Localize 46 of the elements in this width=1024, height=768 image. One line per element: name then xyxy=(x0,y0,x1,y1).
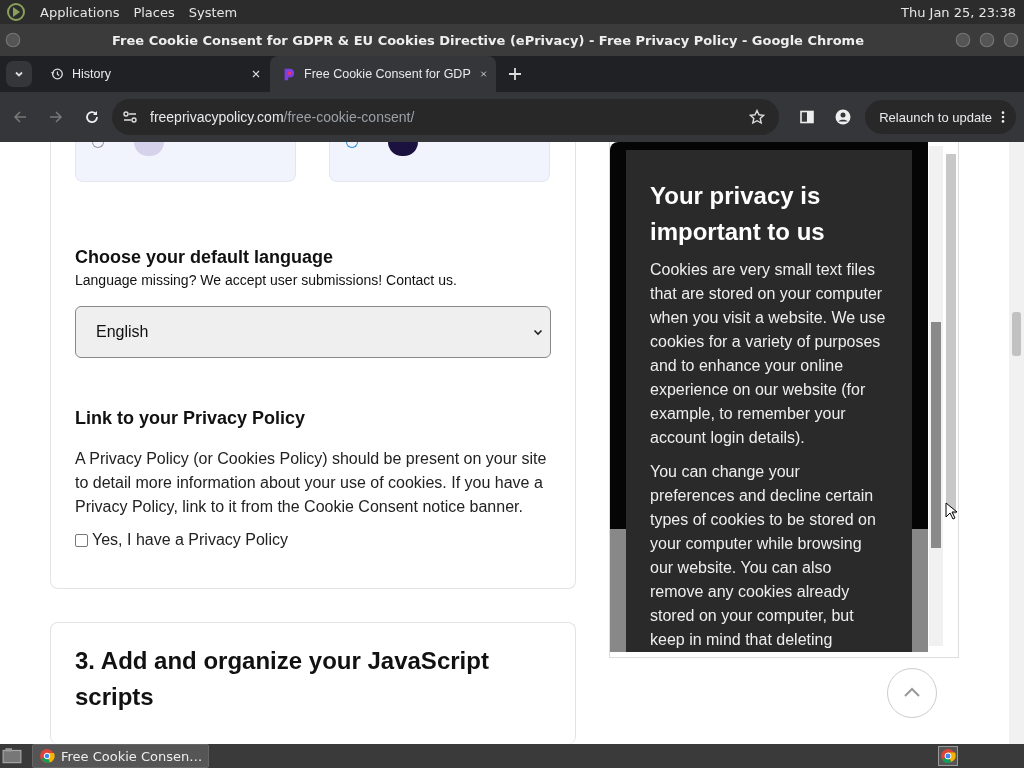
address-bar[interactable]: freeprivacypolicy.com/free-cookie-consent/ xyxy=(112,99,780,135)
page-scrollbar[interactable] xyxy=(1009,142,1024,744)
browser-tab[interactable]: Free Cookie Consent for GDP xyxy=(270,56,496,92)
distro-logo-icon[interactable] xyxy=(6,2,26,22)
maximize-icon[interactable] xyxy=(978,31,996,49)
tab-search-button[interactable] xyxy=(6,61,32,87)
close-tab-icon[interactable] xyxy=(250,68,262,80)
notice-paragraph: Cookies are very small text files that are stored on your computer when you visit a website. We use cookies for a variety of purposes and to enhance your online experience on our website (for example, to remember your account login details). xyxy=(650,260,887,448)
minimize-icon[interactable] xyxy=(954,31,972,49)
theme-option-card[interactable] xyxy=(329,142,550,182)
taskbar-window-button[interactable]: Free Cookie Consen… xyxy=(32,744,210,768)
url-text[interactable]: freeprivacypolicy.com/free-cookie-consent/ xyxy=(150,109,415,125)
bookmark-star-icon[interactable] xyxy=(749,109,766,125)
clock: Thu Jan 25, 23:38 xyxy=(901,4,1016,20)
show-desktop-icon[interactable] xyxy=(2,747,22,765)
new-tab-icon[interactable] xyxy=(508,67,522,81)
chrome-icon[interactable] xyxy=(938,746,958,766)
step-heading: 3. Add and organize your JavaScript scripts xyxy=(75,646,490,712)
back-icon[interactable] xyxy=(12,109,28,125)
menu-item[interactable]: Applications xyxy=(40,4,120,20)
forward-icon[interactable] xyxy=(48,109,64,125)
language-select[interactable]: English xyxy=(75,306,551,358)
scrollbar[interactable] xyxy=(929,146,943,646)
reload-icon[interactable] xyxy=(84,109,100,125)
close-icon[interactable] xyxy=(1002,31,1020,49)
language-note: Language missing? We accept user submissions! Contact us. xyxy=(75,272,458,288)
history-icon xyxy=(50,67,64,81)
checkbox[interactable] xyxy=(75,533,88,547)
notice-paragraph: You can change your preferences and decline certain types of cookies to be stored on your computer while browsing our website. You can also remove any cookies already stored on your computer, but keep in mind that deleting xyxy=(650,462,877,650)
section-heading: Choose your default language xyxy=(75,247,335,268)
notice-heading: Your privacy is important to us xyxy=(650,181,826,247)
menu-item[interactable]: System xyxy=(188,4,238,20)
section-heading: Link to your Privacy Policy xyxy=(75,408,307,429)
window-title: Free Cookie Consent for GDPR & EU Cookies Directive (ePrivacy) - Free Privacy Policy - Google Chrome xyxy=(111,32,865,48)
site-settings-icon[interactable] xyxy=(122,109,138,125)
scrollbar[interactable] xyxy=(946,154,956,514)
checkbox-label[interactable]: Yes, I have a Privacy Policy xyxy=(92,531,288,549)
relaunch-button[interactable]: Relaunch to update xyxy=(865,100,1016,134)
window-menu-icon[interactable] xyxy=(4,31,22,49)
chrome-icon xyxy=(39,748,55,764)
side-panel-icon[interactable] xyxy=(799,109,816,125)
profile-icon[interactable] xyxy=(835,109,852,125)
browser-tab[interactable]: History xyxy=(38,56,270,92)
policy-paragraph: A Privacy Policy (or Cookies Policy) should be present on your site to detail more information about your use of cookies. If you have a Privacy Policy, link to it from the Cookie Consent notice banner. xyxy=(75,449,548,517)
site-favicon-icon xyxy=(282,67,296,81)
menu-item[interactable]: Places xyxy=(133,4,175,20)
